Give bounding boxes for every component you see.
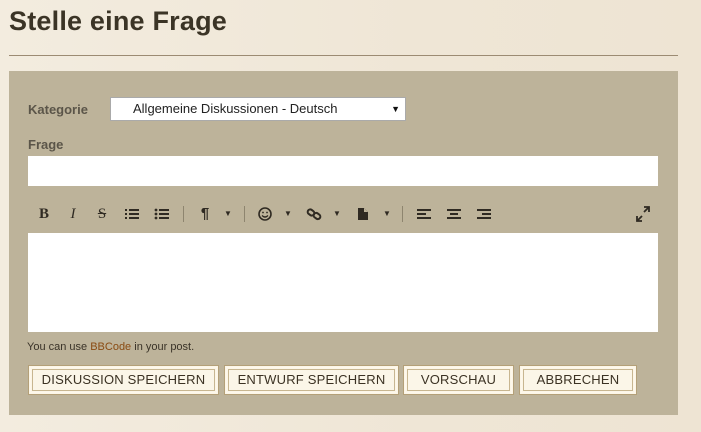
caret-text: ▼ <box>333 209 341 218</box>
editor-toolbar: B I S ¶ ▼ ▼ ▼ ▼ <box>28 200 658 228</box>
strikethrough-icon[interactable]: S <box>94 204 110 224</box>
caret-text: ▼ <box>224 209 232 218</box>
align-left-icon[interactable] <box>416 204 432 224</box>
chevron-down-icon: ▼ <box>391 104 400 114</box>
hint-suffix: in your post. <box>131 341 195 353</box>
link-icon[interactable] <box>306 204 322 224</box>
category-selected-value: Allgemeine Diskussionen - Deutsch <box>133 101 338 116</box>
bold-icon[interactable]: B <box>36 204 52 224</box>
category-label: Kategorie <box>28 102 88 117</box>
cancel-button[interactable]: ABBRECHEN <box>519 365 637 395</box>
align-right-icon[interactable] <box>476 204 492 224</box>
caret-text: ▼ <box>284 209 292 218</box>
caret-text: ▼ <box>383 209 391 218</box>
paragraph-format-icon[interactable]: ¶ <box>198 204 212 224</box>
save-draft-button[interactable]: ENTWURF SPEICHERN <box>224 365 399 395</box>
save-discussion-button[interactable]: DISKUSSION SPEICHERN <box>28 365 219 395</box>
bbcode-hint: You can use BBCode in your post. <box>27 341 194 353</box>
bulleted-list-icon[interactable] <box>154 204 170 224</box>
chevron-down-icon[interactable]: ▼ <box>219 204 232 224</box>
page-title: Stelle eine Frage <box>9 6 227 36</box>
hint-prefix: You can use <box>27 341 91 353</box>
chevron-down-icon[interactable]: ▼ <box>279 204 292 224</box>
toolbar-separator <box>402 206 403 222</box>
question-input[interactable] <box>28 156 658 186</box>
question-label: Frage <box>28 137 64 152</box>
chevron-down-icon[interactable]: ▼ <box>378 204 391 224</box>
chevron-down-icon[interactable]: ▼ <box>328 204 341 224</box>
fullscreen-icon[interactable] <box>635 204 651 224</box>
message-editor[interactable] <box>28 233 658 332</box>
toolbar-separator <box>183 206 184 222</box>
insert-file-icon[interactable] <box>356 204 370 224</box>
toolbar-separator <box>244 206 245 222</box>
italic-icon[interactable]: I <box>65 204 81 224</box>
category-select[interactable]: Allgemeine Diskussionen - Deutsch ▼ <box>110 97 406 121</box>
bbcode-link[interactable]: BBCode <box>90 341 131 353</box>
emoji-icon[interactable] <box>257 204 273 224</box>
preview-button[interactable]: VORSCHAU <box>403 365 514 395</box>
align-center-icon[interactable] <box>446 204 462 224</box>
ordered-list-icon[interactable] <box>124 204 140 224</box>
title-divider <box>9 55 678 56</box>
